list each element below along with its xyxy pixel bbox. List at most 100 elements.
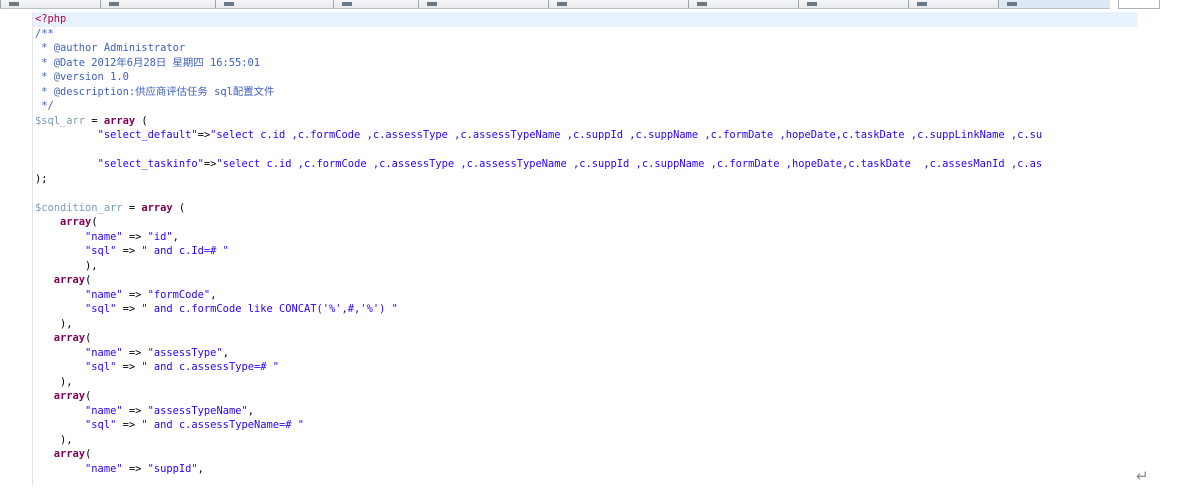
comma: ,: [197, 462, 204, 475]
select-default-value: "select c.id ,c.formCode ,c.assessType ,…: [210, 129, 1043, 141]
name-value: "id": [147, 230, 173, 243]
doc-comment-date: * @Date 2012年6月28日 星期四 16:55:01: [35, 56, 260, 69]
name-key: "name": [85, 404, 123, 417]
code-line: ),: [33, 317, 1137, 332]
close-item: ),: [60, 317, 73, 330]
array-keyword: array: [53, 448, 86, 460]
array-keyword: array: [53, 332, 86, 344]
return-arrow-icon: ↵: [1136, 467, 1149, 485]
comma: ,: [222, 346, 229, 359]
name-value: "suppId": [147, 462, 198, 475]
doc-comment-start: /**: [35, 27, 54, 40]
name-value: "assessTypeName": [147, 404, 248, 417]
open-paren: (: [85, 390, 92, 402]
code-line: "sql" => " and c.formCode like CONCAT('%…: [33, 302, 1137, 317]
sql-value: " and c.formCode like CONCAT('%',#,'%') …: [141, 303, 398, 315]
code-line: "sql" => " and c.Id=# ": [33, 244, 1137, 259]
code-line: "sql" => " and c.assessType=# ": [33, 360, 1137, 375]
open-paren: (: [85, 332, 92, 344]
open-paren: (: [85, 448, 92, 460]
condition-arr-variable: $condition_arr: [35, 201, 123, 214]
array-keyword: array: [141, 201, 173, 214]
doc-comment-author: * @author Administrator: [35, 42, 186, 54]
doc-comment-description: * @description:供应商评估任务 sql配置文件: [35, 85, 275, 98]
arrow-operator: =>: [116, 245, 142, 257]
open-paren: (: [91, 216, 98, 228]
arrow-operator: =>: [122, 230, 148, 243]
comma: ,: [172, 230, 179, 243]
name-value: "formCode": [147, 288, 211, 301]
editor-tab[interactable]: [688, 0, 798, 9]
code-line: array(: [33, 215, 1137, 230]
array-keyword: array: [53, 274, 86, 286]
name-key: "name": [85, 230, 123, 243]
name-value: "assessType": [147, 346, 223, 359]
code-line: ),: [33, 375, 1137, 390]
editor-tab[interactable]: [798, 0, 908, 9]
code-line: "name" => "suppId",: [33, 462, 1137, 477]
array-keyword: array: [60, 216, 92, 228]
arrow-operator: =>: [116, 419, 142, 431]
window-corner-box: [1118, 0, 1160, 9]
code-line: array(: [33, 331, 1137, 346]
code-line: "name" => "formCode",: [33, 288, 1137, 303]
array-keyword: array: [103, 114, 136, 127]
close-item: ),: [60, 375, 73, 388]
code-line: "name" => "assessType",: [33, 346, 1137, 361]
sql-key: "sql": [85, 419, 117, 431]
comma: ,: [247, 404, 254, 417]
code-line: * @author Administrator: [33, 41, 1137, 56]
php-open-tag: <?php: [35, 13, 67, 25]
arrow-operator: =>: [122, 462, 148, 475]
editor-tab[interactable]: [548, 0, 688, 9]
arrow-operator: =>: [116, 361, 142, 373]
sql-arr-variable: $sql_arr: [35, 114, 86, 127]
code-line: /**: [33, 27, 1137, 42]
code-line: $condition_arr = array (: [33, 201, 1137, 216]
editor-tab[interactable]: [215, 0, 333, 9]
editor-tab[interactable]: [418, 0, 548, 9]
doc-comment-version: * @version 1.0: [35, 71, 129, 83]
name-key: "name": [85, 462, 123, 475]
name-key: "name": [85, 288, 123, 301]
open-paren: (: [172, 201, 186, 214]
comma: ,: [210, 288, 217, 301]
editor-tab[interactable]: [908, 0, 998, 9]
code-line: "sql" => " and c.assessTypeName=# ": [33, 418, 1137, 433]
code-line: );: [33, 172, 1137, 187]
arrow-operator: =>: [197, 129, 211, 141]
doc-comment-end: */: [35, 100, 54, 112]
code-line: ),: [33, 433, 1137, 448]
close-statement: );: [35, 172, 48, 185]
select-default-key: "select_default": [97, 129, 198, 141]
arrow-operator: =>: [203, 158, 217, 170]
arrow-operator: =>: [122, 288, 148, 301]
code-line: */: [33, 99, 1137, 114]
sql-value: " and c.assessType=# ": [141, 361, 279, 373]
editor-tab[interactable]: [333, 0, 418, 9]
sql-key: "sql": [85, 361, 117, 373]
code-line: ),: [33, 259, 1137, 274]
editor-tab[interactable]: [100, 0, 215, 9]
code-line: <?php: [33, 12, 1137, 27]
assign-operator: =: [122, 201, 142, 214]
editor-tab[interactable]: [0, 0, 100, 9]
code-line: array(: [33, 389, 1137, 404]
sql-value: " and c.assessTypeName=# ": [141, 419, 305, 431]
select-taskinfo-value: "select c.id ,c.formCode ,c.assessType ,…: [216, 158, 1043, 170]
code-line: * @version 1.0: [33, 70, 1137, 85]
select-taskinfo-key: "select_taskinfo": [97, 158, 204, 170]
code-line: array(: [33, 273, 1137, 288]
array-keyword: array: [53, 390, 86, 402]
code-editor[interactable]: <?php /** * @author Administrator * @Dat…: [32, 12, 1137, 486]
arrow-operator: =>: [122, 404, 148, 417]
sql-key: "sql": [85, 245, 117, 257]
editor-tab-active[interactable]: [998, 0, 1110, 9]
code-line: "name" => "id",: [33, 230, 1137, 245]
code-line: "select_default"=>"select c.id ,c.formCo…: [33, 128, 1137, 143]
arrow-operator: =>: [122, 346, 148, 359]
open-paren: (: [85, 274, 92, 286]
name-key: "name": [85, 346, 123, 359]
